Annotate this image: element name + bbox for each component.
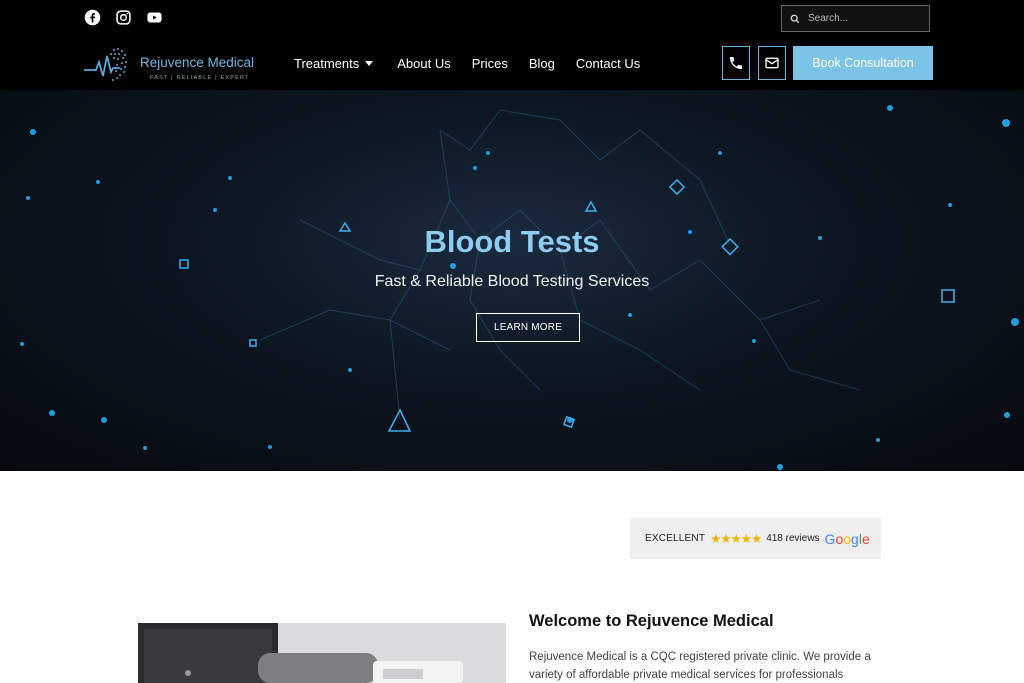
site-logo[interactable]: Rejuvence Medical FAST | RELIABLE | EXPE…: [84, 44, 264, 86]
search-box[interactable]: Search...: [781, 5, 930, 32]
caret-down-icon: [365, 61, 374, 66]
nav-blog[interactable]: Blog: [529, 55, 555, 72]
youtube-icon[interactable]: [146, 9, 163, 26]
hero-subtitle: Fast & Reliable Blood Testing Services: [374, 273, 650, 290]
google-logo: Google: [824, 530, 870, 547]
rating-label: EXCELLENT: [645, 533, 706, 544]
welcome-title: Welcome to Rejuvence Medical: [529, 612, 774, 630]
phone-icon: [730, 57, 742, 69]
nav-treatments-label: Treatments: [294, 56, 360, 71]
nav-prices[interactable]: Prices: [472, 55, 508, 72]
envelope-icon: [765, 57, 779, 69]
instagram-icon[interactable]: [115, 9, 132, 26]
google-reviews-badge[interactable]: EXCELLENT ★★★★★ 418 reviews Google: [630, 518, 881, 559]
phone-button[interactable]: [722, 46, 750, 80]
facebook-icon[interactable]: [84, 9, 101, 26]
nav-contact-us[interactable]: Contact Us: [576, 55, 640, 72]
logo-name: Rejuvence Medical: [140, 55, 255, 70]
nav-about-us[interactable]: About Us: [397, 55, 450, 72]
learn-more-button[interactable]: LEARN MORE: [476, 313, 580, 342]
logo-tagline: FAST | RELIABLE | EXPERT: [150, 75, 250, 81]
clinic-photo: [138, 623, 506, 683]
logo-mark-icon: [84, 48, 127, 81]
email-button[interactable]: [758, 46, 786, 80]
book-consultation-button[interactable]: Book Consultation: [793, 46, 933, 80]
hero-title: Blood Tests: [424, 224, 600, 259]
nav-treatments[interactable]: Treatments: [294, 55, 374, 72]
search-input[interactable]: Search...: [808, 13, 848, 24]
rating-stars: ★★★★★: [710, 532, 762, 546]
social-links: [84, 9, 163, 26]
hero-banner: Blood Tests Fast & Reliable Blood Testin…: [0, 90, 1024, 471]
review-count: 418 reviews: [766, 533, 820, 544]
search-icon: [790, 14, 800, 23]
main-nav: Treatments About Us Prices Blog Contact …: [294, 55, 640, 72]
welcome-text: Rejuvence Medical is a CQC registered pr…: [529, 651, 871, 681]
site-header: Search... Rejuvence Medical FAST | RELIA…: [0, 0, 1024, 90]
